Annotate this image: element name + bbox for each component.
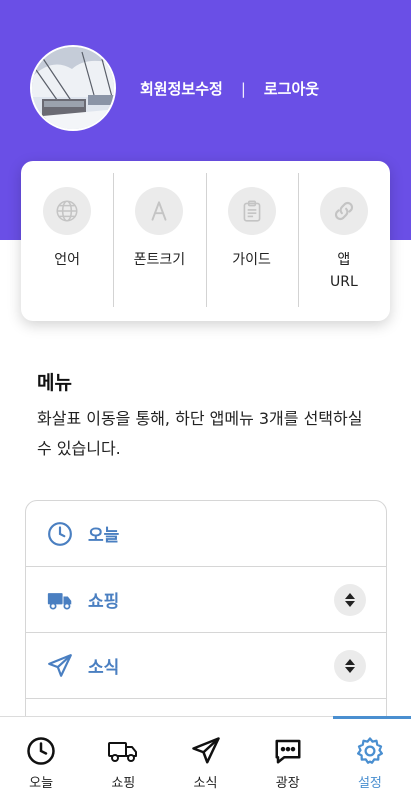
clock-icon [27,737,55,765]
chat-icon [275,739,301,764]
clock-icon [46,520,74,548]
tab-label: 쇼핑 [111,776,136,791]
tab-label: 소식 [193,776,218,791]
paper-plane-icon [46,652,74,680]
reorder-button[interactable] [334,584,366,616]
truck-icon [108,742,138,762]
guide-label: 가이드 [232,252,271,268]
gear-icon [356,737,383,764]
avatar[interactable] [30,45,116,131]
tab-plaza[interactable]: 광장 [247,717,329,800]
menu-item-shopping[interactable]: 쇼핑 [26,567,386,633]
app-url-button[interactable]: 앱 URL [297,161,390,321]
font-a-icon [135,187,184,235]
tab-shopping[interactable]: 쇼핑 [82,717,164,800]
menu-order-list: 오늘 쇼핑 소식 [25,500,387,730]
reorder-button[interactable] [334,650,366,682]
menu-item-news[interactable]: 소식 [26,633,386,699]
bottom-tab-bar: 오늘 쇼핑 소식 광장 설정 [0,716,411,800]
menu-item-label: 소식 [88,658,120,678]
tab-news[interactable]: 소식 [164,717,246,800]
menu-section-title: 메뉴 [37,372,72,394]
tab-label: 광장 [275,776,300,791]
menu-item-today[interactable]: 오늘 [26,501,386,567]
font-size-button[interactable]: 폰트크기 [113,161,205,321]
clipboard-icon [227,187,276,235]
link-icon [319,187,368,235]
tab-settings[interactable]: 설정 [329,716,411,800]
menu-item-label: 오늘 [88,526,120,546]
logout-link[interactable]: 로그아웃 [264,78,319,99]
tab-today[interactable]: 오늘 [0,717,82,800]
tab-label: 오늘 [29,776,54,791]
guide-button[interactable]: 가이드 [205,161,298,321]
globe-icon [43,187,92,235]
language-button[interactable]: 언어 [21,161,113,321]
font-size-label: 폰트크기 [133,252,186,268]
paper-plane-icon [191,737,220,764]
sort-icon [345,593,355,607]
header-separator: | [240,79,246,98]
language-label: 언어 [54,252,80,268]
menu-item-label: 쇼핑 [88,592,120,612]
sort-icon [345,659,355,673]
menu-description: 화살표 이동을 통해, 하단 앱메뉴 3개를 선택하실 수 있습니다. [37,409,363,458]
app-url-label: 앱 URL [329,252,358,290]
edit-profile-link[interactable]: 회원정보수정 [140,78,223,99]
quick-actions-card: 언어 폰트크기 가이드 앱 URL [21,161,390,321]
tab-label: 설정 [357,776,382,791]
truck-icon [46,586,74,614]
